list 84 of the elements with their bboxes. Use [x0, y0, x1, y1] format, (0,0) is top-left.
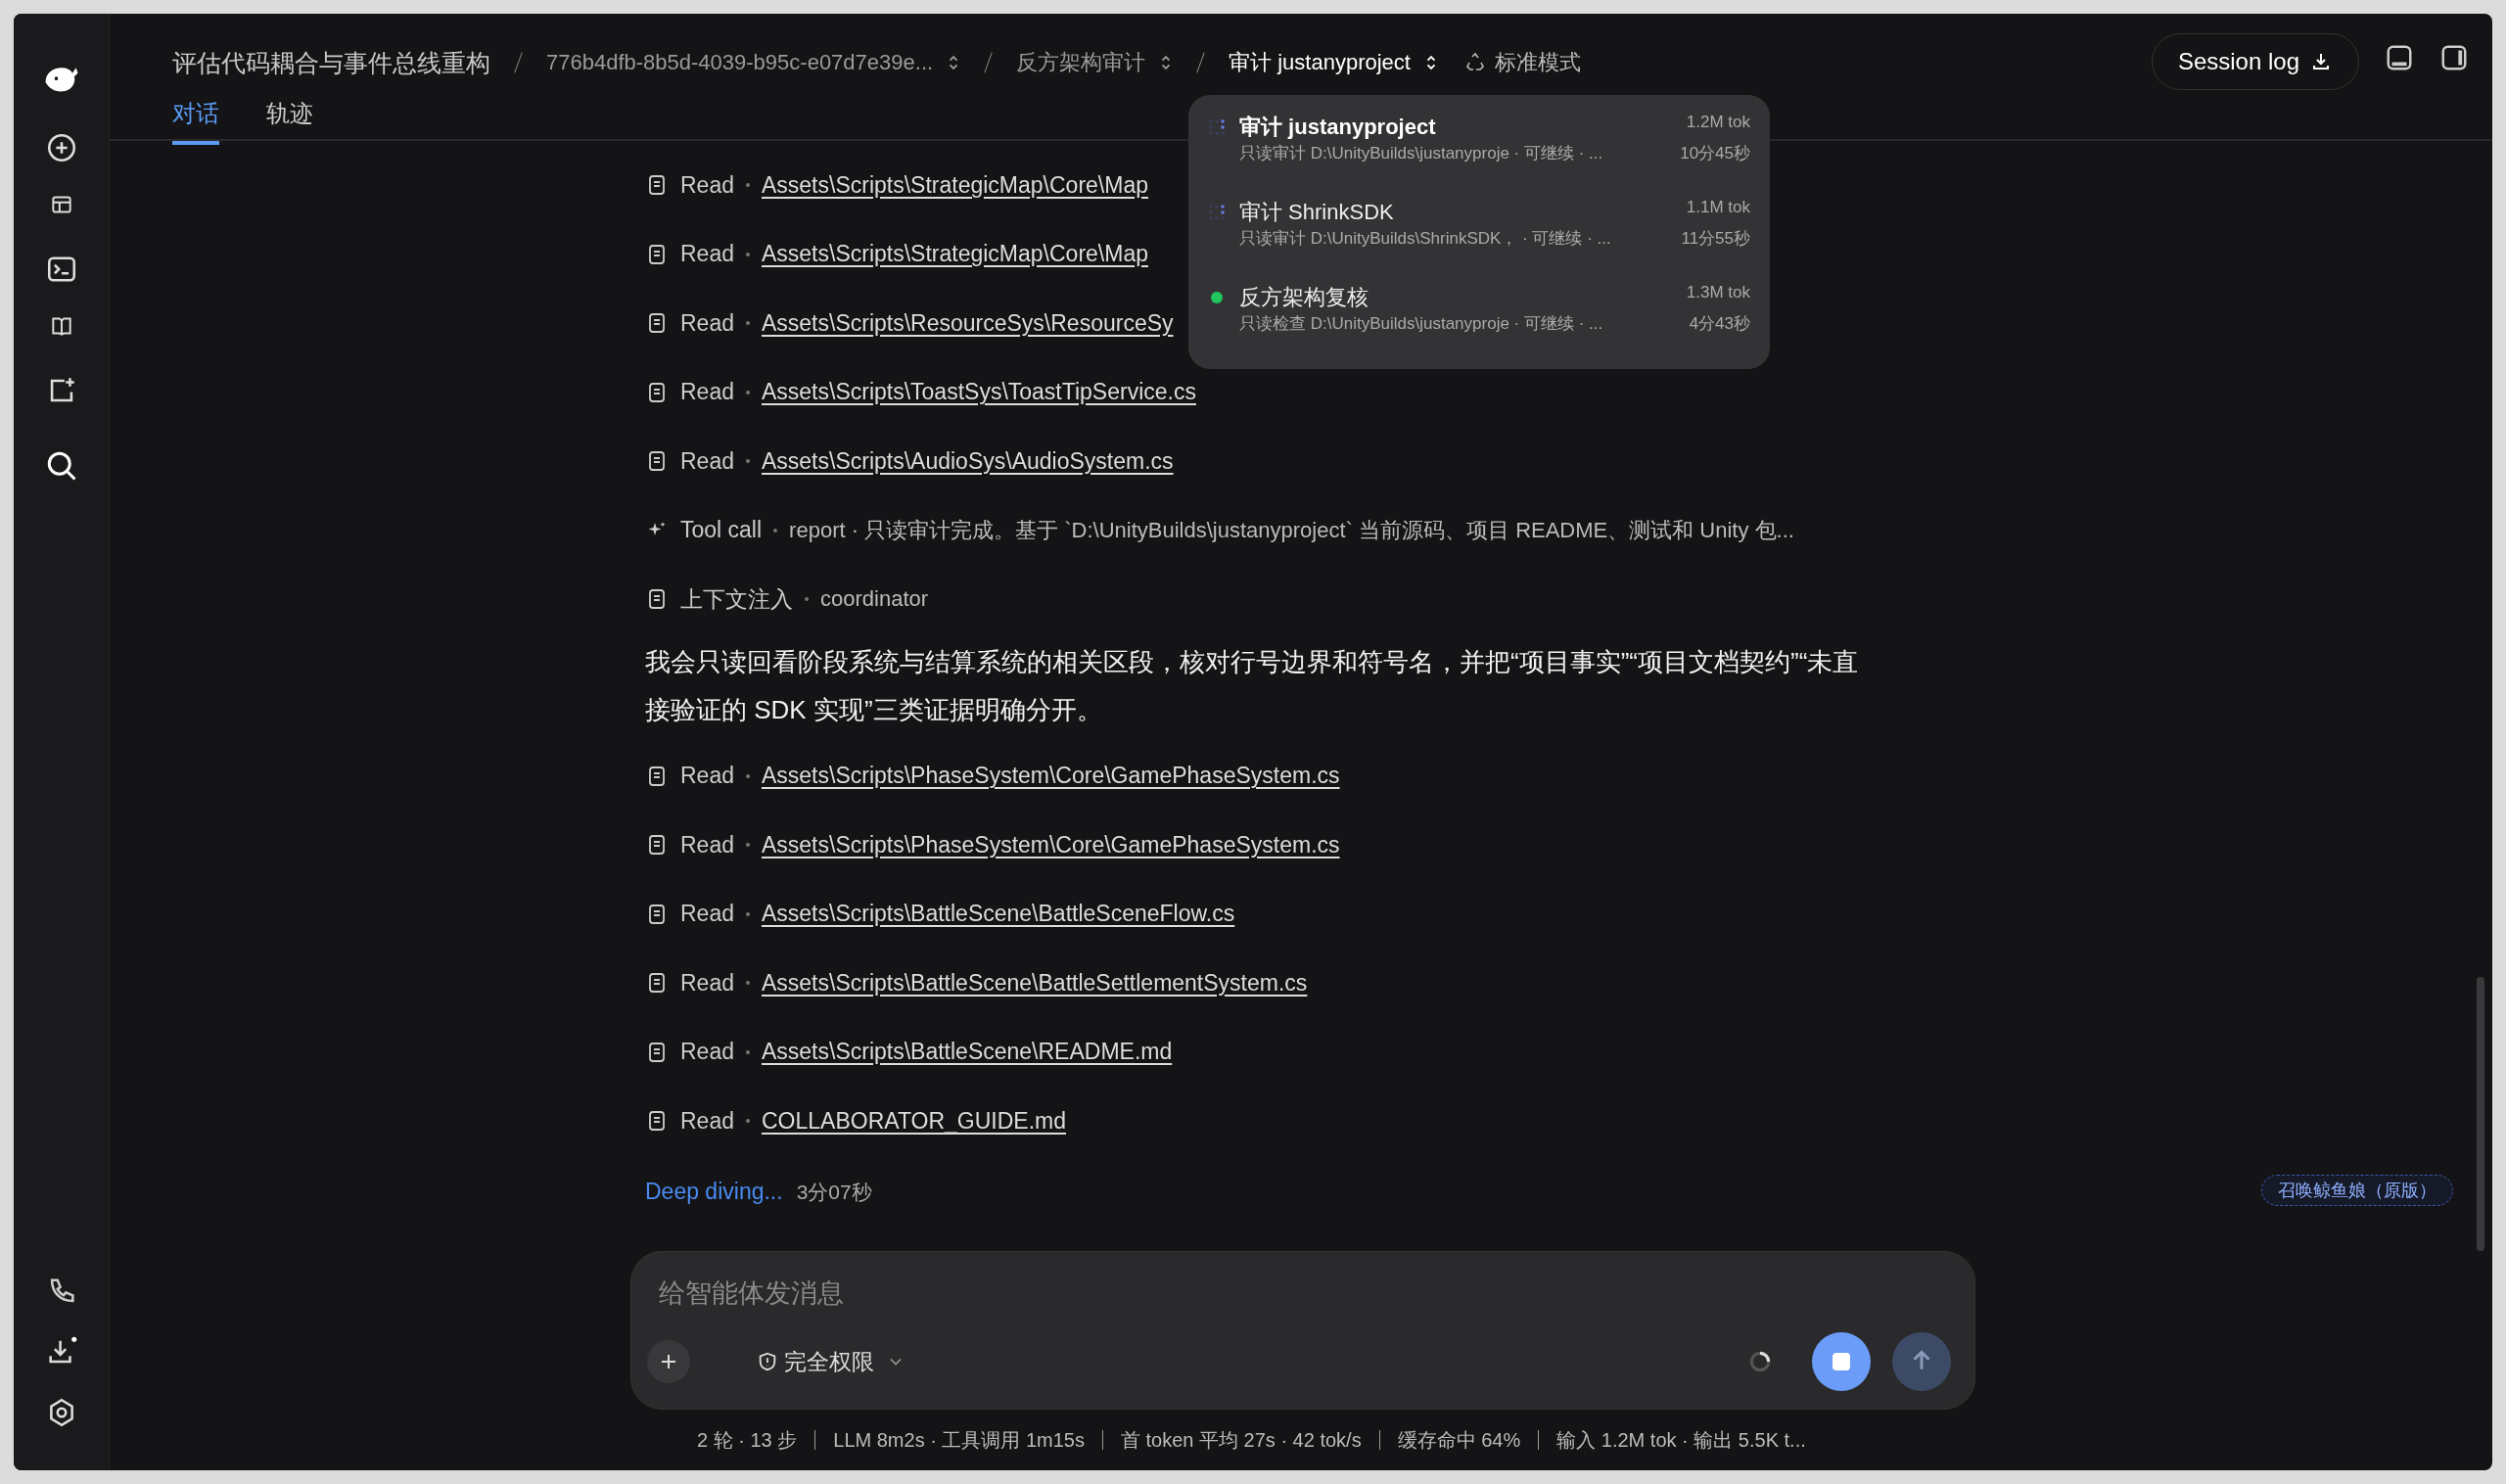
session-title: 审计 justanyproject — [1239, 114, 1436, 141]
file-link[interactable]: Assets\Scripts\AudioSys\AudioSystem.cs — [762, 447, 1174, 475]
separator-dot — [746, 1049, 750, 1054]
activity-label: Read — [680, 447, 734, 475]
token-count: 1.1M tok — [1686, 198, 1750, 218]
token-count: 1.3M tok — [1686, 283, 1750, 303]
bottom-panel-icon[interactable] — [2385, 43, 2414, 72]
status-item: LLM 8m2s · 工具调用 1m15s — [833, 1427, 1085, 1453]
status-dot-icon — [1208, 289, 1226, 306]
status-item: 缓存命中 64% — [1397, 1427, 1521, 1453]
activity-label: 上下文注入 — [680, 584, 793, 614]
file-link[interactable]: Assets\Scripts\BattleScene\README.md — [762, 1039, 1173, 1066]
add-button[interactable] — [647, 1340, 690, 1383]
tab[interactable]: 对话 — [172, 98, 219, 145]
elapsed-time: 3分07秒 — [796, 1179, 872, 1205]
breadcrumb-switcher[interactable]: 审计 justanyproject — [1229, 48, 1438, 77]
file-link[interactable]: Assets\Scripts\StrategicMap\Core\Map — [762, 241, 1148, 268]
assistant-message: 我会只读回看阶段系统与结算系统的相关区段，核对行号边界和符号名，并把“项目事实”“项目文档契约”“未直接验证的 SDK 实现”三类证据明确分开。 — [645, 645, 1860, 726]
summon-badge[interactable]: 召唤鲸鱼娘（原版） — [2261, 1175, 2453, 1206]
session-duration: 11分55秒 — [1681, 228, 1750, 250]
status-item: 2 轮 · 13 步 — [697, 1427, 798, 1453]
separator-dot — [746, 911, 750, 916]
activity-label: Read — [680, 763, 734, 790]
session-duration: 4分43秒 — [1689, 313, 1750, 335]
session-menu-item[interactable]: 反方架构复核 1.3M tok 只读检查 D:\UnityBuilds\justanyproje · 可继续 · ... 4分43秒 — [1208, 283, 1750, 335]
separator-dot — [746, 773, 750, 778]
separator-dot — [746, 252, 750, 256]
loading-dots-icon — [1208, 118, 1226, 136]
session-menu-item[interactable]: 审计 ShrinkSDK 1.1M tok 只读审计 D:\UnityBuilds\ShrinkSDK， · 可继续 · ... 11分55秒 — [1208, 198, 1750, 250]
breadcrumb-switcher[interactable]: 776b4dfb-8b5d-4039-b95c-e07d7e39e... — [546, 50, 961, 75]
file-link[interactable]: Assets\Scripts\PhaseSystem\Core\GamePhaseSystem.cs — [762, 763, 1340, 790]
session-title: 审计 ShrinkSDK — [1239, 199, 1394, 226]
activity-detail: coordinator — [820, 586, 929, 613]
side-panel-icon[interactable] — [2439, 43, 2469, 72]
session-subtitle: 只读审计 D:\UnityBuilds\justanyproje · 可继续 · ... — [1239, 143, 1603, 164]
separator-dot — [805, 597, 809, 602]
file-link[interactable]: Assets\Scripts\StrategicMap\Core\Map — [762, 171, 1148, 199]
loading-dots-icon — [1208, 204, 1226, 221]
session-subtitle: 只读检查 D:\UnityBuilds\justanyproje · 可继续 · ... — [1239, 313, 1603, 335]
session-duration: 10分45秒 — [1680, 143, 1750, 164]
activity-detail: report · 只读审计完成。基于 `D:\UnityBuilds\justanyproject` 当前源码、项目 README、测试和 Unity 包... — [789, 516, 1794, 544]
separator-dot — [746, 981, 750, 986]
activity-label: Read — [680, 1107, 734, 1135]
separator-dot — [773, 528, 778, 533]
session-subtitle: 只读审计 D:\UnityBuilds\ShrinkSDK， · 可继续 · ... — [1239, 228, 1611, 250]
activity-label: Read — [680, 831, 734, 858]
separator-dot — [746, 459, 750, 464]
activity-label: Read — [680, 901, 734, 928]
permission-dropdown[interactable]: 完全权限 — [751, 1345, 911, 1378]
message-input[interactable]: 给智能体发消息 — [657, 1277, 1951, 1310]
shield-icon — [757, 1351, 778, 1372]
separator-dot — [746, 1119, 750, 1124]
activity-label: Read — [680, 969, 734, 997]
progress-status: Deep diving... — [645, 1179, 783, 1205]
file-link[interactable]: Assets\Scripts\BattleScene\BattleSettlementSystem.cs — [762, 969, 1308, 997]
scrollbar[interactable] — [2477, 977, 2484, 1251]
activity-label: Tool call — [680, 517, 763, 544]
breadcrumb-switcher[interactable]: 反方架构审计 — [1016, 48, 1174, 77]
file-link[interactable]: COLLABORATOR_GUIDE.md — [762, 1107, 1066, 1135]
activity-label: Read — [680, 309, 734, 337]
status-item: 输入 1.2M tok · 输出 5.5K t... — [1556, 1427, 1806, 1453]
loading-spinner-icon — [1747, 1349, 1773, 1374]
activity-label: Read — [680, 171, 734, 199]
token-count: 1.2M tok — [1686, 113, 1750, 133]
separator-dot — [746, 843, 750, 848]
file-link[interactable]: Assets\Scripts\ResourceSys\ResourceSy — [762, 309, 1174, 337]
activity-label: Read — [680, 241, 734, 268]
chat-title: 评估代码耦合与事件总线重构 — [172, 47, 490, 78]
file-link[interactable]: Assets\Scripts\ToastSys\ToastTipService.cs — [762, 379, 1196, 406]
mode-button[interactable]: 标准模式 — [1462, 48, 1581, 77]
stop-button[interactable] — [1812, 1332, 1871, 1391]
status-item: 首 token 平均 27s · 42 tok/s — [1121, 1427, 1362, 1453]
separator-dot — [746, 390, 750, 394]
session-title: 反方架构复核 — [1239, 284, 1369, 311]
activity-label: Read — [680, 379, 734, 406]
session-log-button[interactable]: Session log — [2151, 33, 2359, 90]
separator-dot — [746, 183, 750, 188]
send-button[interactable] — [1892, 1332, 1951, 1391]
file-link[interactable]: Assets\Scripts\BattleScene\BattleSceneFlow.cs — [762, 901, 1235, 928]
file-link[interactable]: Assets\Scripts\PhaseSystem\Core\GamePhaseSystem.cs — [762, 831, 1340, 858]
tab[interactable]: 轨迹 — [266, 98, 313, 145]
activity-label: Read — [680, 1039, 734, 1066]
session-menu-item[interactable]: 审计 justanyproject 1.2M tok 只读审计 D:\UnityBuilds\justanyproje · 可继续 · ... 10分45秒 — [1208, 113, 1750, 164]
separator-dot — [746, 321, 750, 326]
